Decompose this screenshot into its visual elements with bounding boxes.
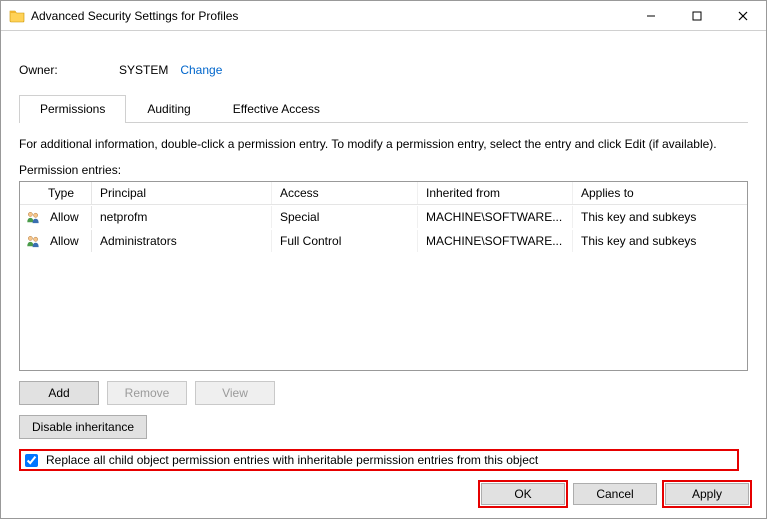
cell-principal: netprofm bbox=[92, 206, 272, 228]
cancel-button[interactable]: Cancel bbox=[573, 483, 657, 505]
window-title: Advanced Security Settings for Profiles bbox=[31, 9, 238, 23]
maximize-button[interactable] bbox=[674, 1, 720, 31]
disable-inheritance-button[interactable]: Disable inheritance bbox=[19, 415, 147, 439]
entry-buttons: Add Remove View bbox=[19, 381, 748, 405]
owner-row: Owner: SYSTEM Change bbox=[19, 63, 748, 77]
apply-button[interactable]: Apply bbox=[665, 483, 749, 505]
remove-button: Remove bbox=[107, 381, 187, 405]
replace-label: Replace all child object permission entr… bbox=[46, 453, 538, 467]
folder-icon bbox=[9, 8, 25, 24]
col-inherited[interactable]: Inherited from bbox=[418, 182, 573, 204]
cell-inherited: MACHINE\SOFTWARE... bbox=[418, 206, 573, 228]
replace-checkbox-input[interactable] bbox=[25, 454, 38, 467]
tabs: Permissions Auditing Effective Access bbox=[19, 95, 748, 123]
content-area: Owner: SYSTEM Change Permissions Auditin… bbox=[1, 31, 766, 481]
col-type[interactable]: Type bbox=[20, 182, 92, 204]
view-button: View bbox=[195, 381, 275, 405]
table-row[interactable]: Allow Administrators Full Control MACHIN… bbox=[20, 229, 747, 253]
add-button[interactable]: Add bbox=[19, 381, 99, 405]
cell-type: Allow bbox=[42, 206, 92, 228]
owner-label: Owner: bbox=[19, 63, 119, 77]
minimize-button[interactable] bbox=[628, 1, 674, 31]
tab-effective-access[interactable]: Effective Access bbox=[212, 95, 341, 122]
change-owner-link[interactable]: Change bbox=[180, 63, 222, 77]
table-header: Type Principal Access Inherited from App… bbox=[20, 182, 747, 205]
table-row[interactable]: Allow netprofm Special MACHINE\SOFTWARE.… bbox=[20, 205, 747, 229]
entries-label: Permission entries: bbox=[19, 163, 748, 177]
close-button[interactable] bbox=[720, 1, 766, 31]
inheritance-row: Disable inheritance bbox=[19, 415, 748, 439]
titlebar: Advanced Security Settings for Profiles bbox=[1, 1, 766, 31]
cell-applies: This key and subkeys bbox=[573, 230, 747, 252]
cell-principal: Administrators bbox=[92, 230, 272, 252]
row-icon bbox=[20, 229, 42, 253]
owner-value: SYSTEM bbox=[119, 63, 168, 77]
cell-inherited: MACHINE\SOFTWARE... bbox=[418, 230, 573, 252]
cell-applies: This key and subkeys bbox=[573, 206, 747, 228]
row-icon bbox=[20, 205, 42, 229]
cell-access: Full Control bbox=[272, 230, 418, 252]
cell-access: Special bbox=[272, 206, 418, 228]
col-principal[interactable]: Principal bbox=[92, 182, 272, 204]
ok-button[interactable]: OK bbox=[481, 483, 565, 505]
info-text: For additional information, double-click… bbox=[19, 137, 748, 151]
tab-auditing[interactable]: Auditing bbox=[126, 95, 211, 122]
col-access[interactable]: Access bbox=[272, 182, 418, 204]
col-applies[interactable]: Applies to bbox=[573, 182, 747, 204]
replace-child-entries-checkbox[interactable]: Replace all child object permission entr… bbox=[19, 449, 739, 471]
tab-permissions[interactable]: Permissions bbox=[19, 95, 126, 123]
cell-type: Allow bbox=[42, 230, 92, 252]
permission-entries-table[interactable]: Type Principal Access Inherited from App… bbox=[19, 181, 748, 371]
dialog-buttons: OK Cancel Apply bbox=[481, 477, 763, 515]
